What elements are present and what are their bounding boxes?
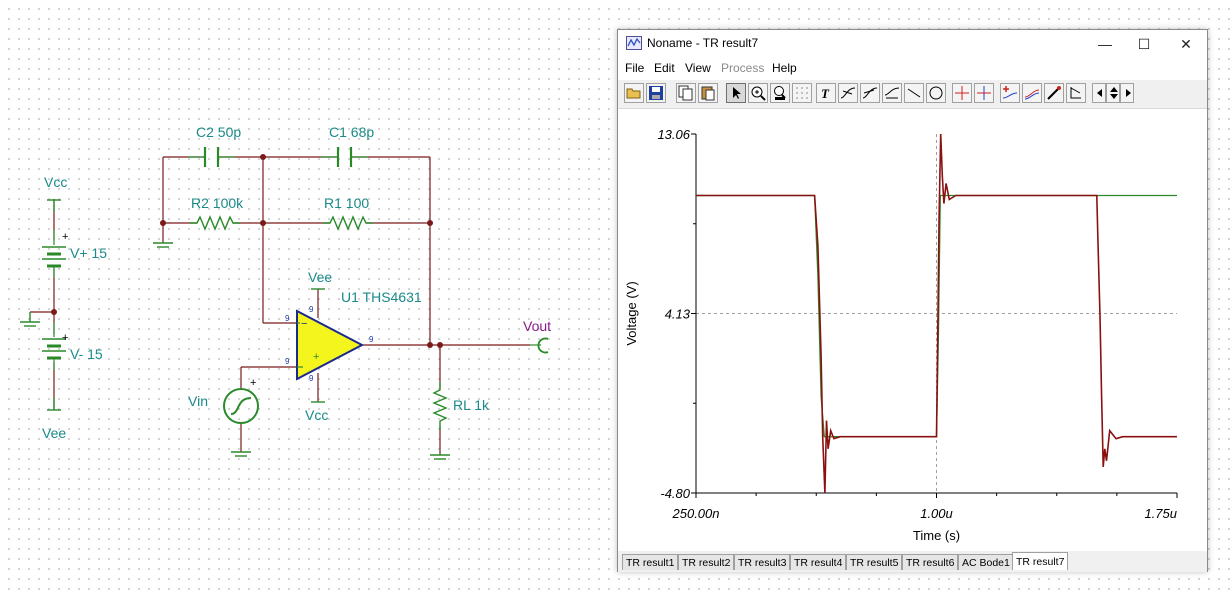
schematic-canvas[interactable]: + + − + 9 9 9 9 9 + Vcc Vee V+ 15 V- 15 … [0, 0, 615, 595]
vplus-label: V+ 15 [70, 245, 107, 261]
tab-ac-bode1[interactable]: AC Bode1 [958, 554, 1014, 570]
pin-number: 9 [309, 374, 314, 383]
grapher-window[interactable]: Noname - TR result7 — ☐ ✕ File Edit View… [617, 29, 1208, 572]
pointer-icon[interactable] [726, 83, 746, 103]
cursor-b-icon[interactable] [974, 83, 994, 103]
tab-tr-result1[interactable]: TR result1 [622, 554, 679, 570]
tab-tr-result5[interactable]: TR result5 [846, 554, 903, 570]
menu-process[interactable]: Process [721, 61, 764, 75]
vin-source[interactable] [223, 388, 259, 424]
vminus-plus-sign: + [62, 332, 68, 344]
line-icon[interactable] [904, 83, 924, 103]
result-tabs: TR result1 TR result2 TR result3 TR resu… [618, 552, 1207, 572]
text-icon[interactable]: T [816, 83, 836, 103]
toolbar: T [618, 80, 1207, 109]
x-tick-label: 250.00n [672, 506, 720, 521]
vout-label: Vout [523, 318, 551, 334]
step-icon[interactable] [1066, 83, 1086, 103]
menu-file[interactable]: File [625, 61, 644, 75]
probe-icon[interactable] [1044, 83, 1064, 103]
c1-label: C1 68p [329, 124, 374, 140]
pin-number: 9 [369, 335, 374, 344]
pin-number: 9 [309, 305, 314, 314]
zoom-in-icon[interactable] [748, 83, 768, 103]
x-tick-label: 1.75u [1144, 506, 1177, 521]
rl-label: RL 1k [453, 397, 490, 413]
tab-tr-result2[interactable]: TR result2 [678, 554, 735, 570]
maximize-button[interactable]: ☐ [1122, 30, 1166, 58]
x-tick-label: 1.00u [920, 506, 953, 521]
opamp-label: U1 THS4631 [341, 289, 422, 305]
opamp-plus-sign: + [313, 351, 319, 363]
curves-icon[interactable] [1022, 83, 1042, 103]
arrow-right-icon[interactable] [1120, 83, 1134, 103]
tab-tr-result4[interactable]: TR result4 [790, 554, 847, 570]
y-axis-title: Voltage (V) [624, 281, 639, 345]
app-icon [626, 36, 642, 50]
menu-bar: File Edit View Process Help [618, 58, 1207, 80]
r1-label: R1 100 [324, 195, 369, 211]
cursor-a-icon[interactable] [952, 83, 972, 103]
vcc-label: Vcc [44, 174, 67, 190]
opamp-minus-sign: − [301, 318, 307, 330]
vin-plus-sign: + [250, 377, 256, 389]
grid-icon[interactable] [792, 83, 812, 103]
vplus-plus-sign: + [62, 231, 68, 243]
close-button[interactable]: ✕ [1164, 30, 1208, 58]
opamp-vcc-label: Vcc [305, 407, 328, 423]
curve-label2-icon[interactable] [860, 83, 880, 103]
menu-edit[interactable]: Edit [654, 61, 675, 75]
arrow-left-icon[interactable] [1092, 83, 1106, 103]
paste-icon[interactable] [698, 83, 718, 103]
pin-number: 9 [285, 314, 290, 323]
menu-view[interactable]: View [685, 61, 711, 75]
pin-number: 9 [285, 357, 290, 366]
vee-label: Vee [42, 425, 66, 441]
opamp-symbol[interactable]: − + [296, 309, 365, 381]
copy-icon[interactable] [676, 83, 696, 103]
add-curve-icon[interactable] [1000, 83, 1020, 103]
tab-tr-result3[interactable]: TR result3 [734, 554, 791, 570]
y-tick-label: 4.13 [665, 307, 691, 322]
tab-tr-result6[interactable]: TR result6 [902, 554, 959, 570]
y-tick-label: -4.80 [660, 486, 690, 501]
vin-label: Vin [188, 393, 208, 409]
curve-label-icon[interactable] [838, 83, 858, 103]
title-bar[interactable]: Noname - TR result7 — ☐ ✕ [618, 30, 1207, 58]
y-tick-label: 13.06 [657, 127, 690, 142]
tab-tr-result7[interactable]: TR result7 [1012, 552, 1069, 570]
plot-area[interactable]: 13.06 4.13 -4.80 250.00n 1.00u 1.75u Time (s) V… [618, 109, 1207, 551]
open-icon[interactable] [624, 83, 644, 103]
minimize-button[interactable]: — [1083, 30, 1127, 58]
vminus-label: V- 15 [70, 346, 103, 362]
svg-text:T: T [821, 86, 830, 101]
window-title: Noname - TR result7 [647, 36, 759, 50]
save-icon[interactable] [646, 83, 666, 103]
opamp-vee-label: Vee [308, 269, 332, 285]
voltage-time-chart[interactable]: 13.06 4.13 -4.80 250.00n 1.00u 1.75u Time (s) V… [618, 109, 1207, 551]
curve-label3-icon[interactable] [882, 83, 902, 103]
c2-label: C2 50p [196, 124, 241, 140]
zoom-100-icon[interactable] [770, 83, 790, 103]
r2-label: R2 100k [191, 195, 244, 211]
circle-icon[interactable] [926, 83, 946, 103]
arrow-updown-icon[interactable] [1106, 83, 1120, 103]
menu-help[interactable]: Help [772, 61, 797, 75]
x-axis-title: Time (s) [913, 528, 960, 543]
